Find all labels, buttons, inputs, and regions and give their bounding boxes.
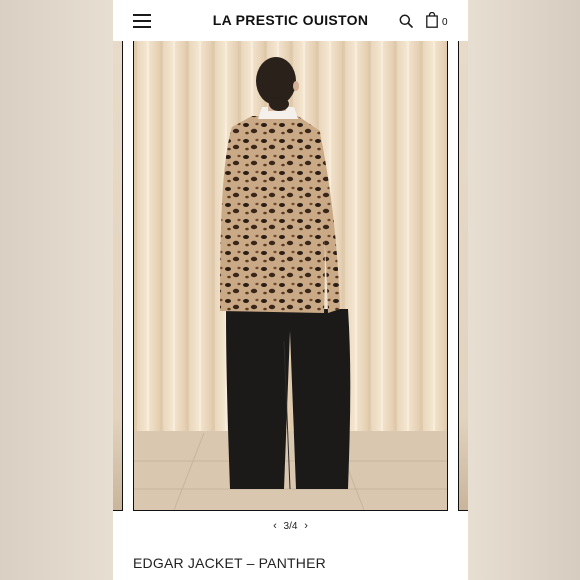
next-arrow-icon[interactable]: › — [300, 520, 312, 532]
product-image-carousel[interactable] — [113, 41, 468, 511]
previous-slide-peek[interactable] — [113, 41, 123, 511]
model-photo — [134, 41, 447, 510]
search-icon[interactable] — [399, 14, 413, 28]
slide-indicator: 3/4 — [283, 520, 298, 532]
shopping-bag-icon — [426, 12, 438, 28]
site-header: LA PRESTIC OUISTON 0 — [113, 0, 468, 41]
carousel-pager: ‹ 3/4 › — [113, 520, 468, 532]
prev-arrow-icon[interactable]: ‹ — [269, 520, 281, 532]
next-slide-peek[interactable] — [458, 41, 468, 511]
product-image — [133, 41, 448, 511]
cart-count: 0 — [442, 17, 448, 28]
brand-logo[interactable]: LA PRESTIC OUISTON — [113, 12, 468, 28]
product-title: EDGAR JACKET – PANTHER — [133, 555, 326, 571]
cart-button[interactable]: 0 — [426, 12, 456, 32]
mobile-page: LA PRESTIC OUISTON 0 ‹ 3/4 › EDGAR JACKE… — [113, 0, 468, 580]
